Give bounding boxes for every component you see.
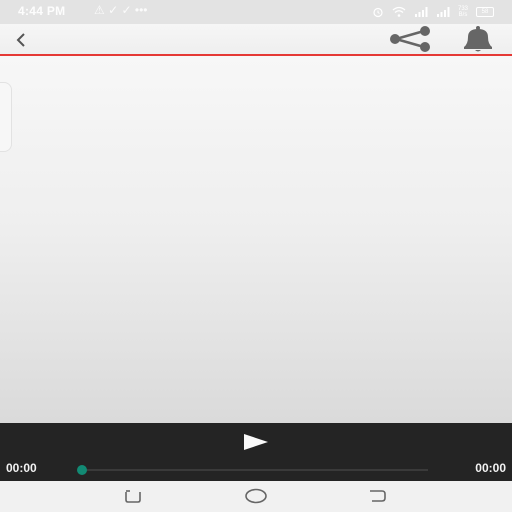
- battery-icon: 58: [476, 7, 494, 17]
- network-speed: 733 B/s: [458, 6, 468, 18]
- back-nav-icon[interactable]: [366, 486, 390, 506]
- signal-icon-1: [414, 7, 428, 17]
- navigation-bar: [0, 481, 512, 512]
- status-time: 4:44 PM: [18, 4, 66, 18]
- signal-icon-2: [436, 7, 450, 17]
- wifi-icon: [392, 6, 406, 17]
- back-button[interactable]: [8, 26, 34, 52]
- play-button[interactable]: [240, 431, 274, 453]
- notification-icons: ⚠ ✓ ✓ •••: [94, 3, 148, 17]
- content-area: [0, 56, 512, 423]
- network-speed-unit: B/s: [458, 12, 468, 18]
- media-player: 00:00 00:00: [0, 423, 512, 481]
- current-time: 00:00: [6, 461, 37, 475]
- status-bar: 4:44 PM ⚠ ✓ ✓ ••• 733 B/s 58: [0, 0, 512, 24]
- recent-apps-icon[interactable]: [120, 486, 144, 506]
- home-icon[interactable]: [244, 486, 268, 506]
- status-right: 733 B/s 58: [372, 3, 494, 21]
- bell-icon[interactable]: [456, 25, 500, 53]
- seek-bar[interactable]: [84, 469, 428, 471]
- seek-thumb[interactable]: [77, 465, 87, 475]
- share-icon[interactable]: [384, 25, 436, 53]
- toolbar: [0, 24, 512, 56]
- side-drawer-handle[interactable]: [0, 82, 12, 152]
- total-time: 00:00: [475, 461, 506, 475]
- alarm-icon: [373, 7, 383, 18]
